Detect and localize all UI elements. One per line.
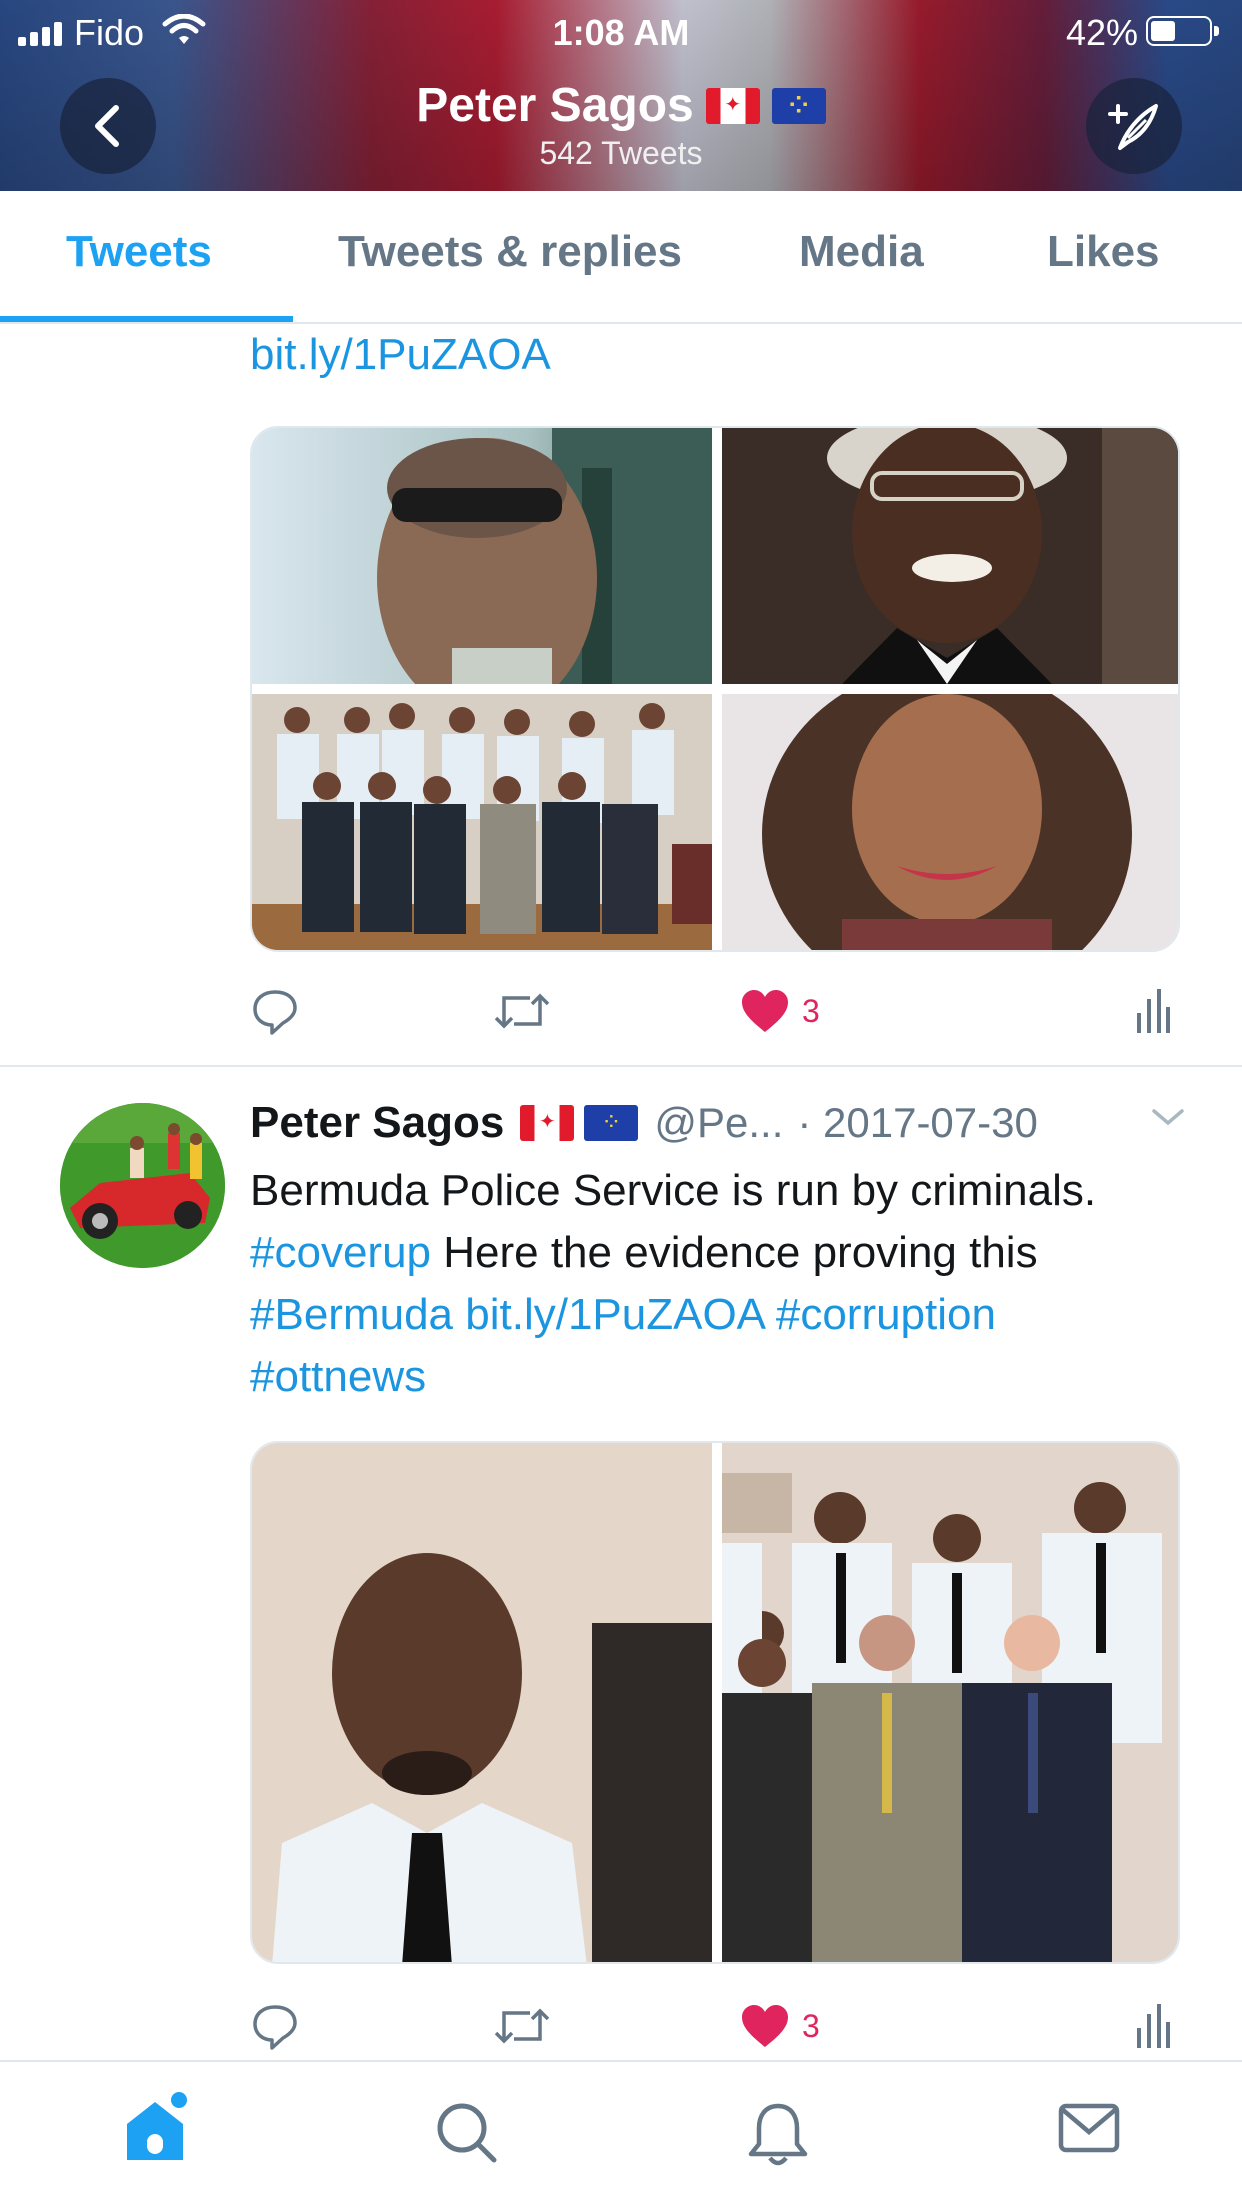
tweet-link[interactable]: bit.ly/1PuZAOA (465, 1290, 763, 1339)
retweet-icon (494, 2008, 550, 2044)
status-bar: Fido 1:08 AM 42% (0, 0, 1242, 60)
tweet-text-segment: Here the evidence proving this (431, 1228, 1038, 1277)
battery-icon (1146, 16, 1219, 46)
bottom-tab-bar (0, 2060, 1242, 2208)
like-button[interactable]: 3 (740, 981, 820, 1041)
active-tab-indicator (0, 316, 293, 322)
compose-tweet-button[interactable] (1086, 78, 1182, 174)
tab-tweets-and-replies[interactable]: Tweets & replies (338, 227, 682, 277)
eu-flag-icon (584, 1105, 639, 1141)
photo-police-group-closeup[interactable] (722, 1443, 1178, 1962)
profile-tabs: Tweets Tweets & replies Media Likes (0, 191, 1242, 324)
tweet-text-segment (764, 1290, 776, 1339)
retweet-icon (494, 993, 550, 1029)
photo-police-group[interactable] (252, 694, 712, 950)
tweet-count: 542 Tweets (539, 135, 703, 171)
hashtag-ottnews[interactable]: #ottnews (250, 1352, 426, 1401)
tweet-text-segment: Bermuda Police Service is run by crimina… (250, 1166, 1097, 1215)
home-icon[interactable] (121, 2090, 193, 2166)
retweet-button[interactable] (492, 1996, 552, 2056)
tweet-divider (0, 1065, 1242, 1067)
hashtag-coverup[interactable]: #coverup (250, 1228, 431, 1277)
tweet-link[interactable]: bit.ly/1PuZAOA (250, 330, 551, 380)
reply-icon (253, 2005, 297, 2050)
tweet-actions: 3 (250, 981, 1180, 1041)
eu-flag-icon (771, 87, 826, 124)
photo-man-sunglasses[interactable] (252, 428, 712, 684)
retweet-button[interactable] (492, 981, 552, 1041)
status-time: 1:08 AM (552, 12, 690, 53)
chevron-down-icon[interactable] (1150, 1105, 1186, 1129)
canada-flag-icon (520, 1105, 575, 1141)
tab-media[interactable]: Media (799, 227, 924, 277)
tab-likes[interactable]: Likes (1047, 227, 1160, 277)
tweet-header: Peter Sagos @Pe... · 2017-07-30 (250, 1095, 1038, 1151)
tweet-actions: 3 (250, 1996, 1180, 2056)
heart-filled-icon (742, 990, 788, 1032)
messages-envelope-icon[interactable] (1057, 2100, 1121, 2156)
analytics-bars-icon (1137, 2004, 1170, 2048)
search-icon[interactable] (434, 2100, 500, 2166)
photo-judge-wig[interactable] (722, 428, 1178, 684)
tweet-media-grid (250, 426, 1180, 952)
notifications-bell-icon[interactable] (745, 2100, 811, 2170)
photo-officer-portrait[interactable] (252, 1443, 712, 1962)
analytics-button[interactable] (1135, 1996, 1171, 2056)
hashtag-bermuda[interactable]: #Bermuda (250, 1290, 453, 1339)
author-name[interactable]: Peter Sagos (250, 1098, 504, 1148)
battery-percentage: 42% (1065, 12, 1138, 53)
heart-filled-icon (742, 2005, 788, 2047)
tweet-media-grid (250, 1441, 1180, 1964)
tweet-text: Bermuda Police Service is run by crimina… (250, 1160, 1180, 1408)
reply-icon (253, 990, 297, 1035)
hashtag-corruption[interactable]: #corruption (776, 1290, 996, 1339)
photo-woman-portrait[interactable] (722, 694, 1178, 950)
reply-button[interactable] (250, 981, 300, 1041)
tab-tweets[interactable]: Tweets (66, 227, 212, 277)
page-title: Peter Sagos (416, 79, 694, 132)
analytics-bars-icon (1137, 989, 1170, 1033)
tweet-date: · 2017-07-30 (797, 1099, 1038, 1146)
canada-flag-icon (705, 87, 760, 124)
like-count: 3 (802, 992, 820, 1029)
avatar[interactable] (60, 1103, 225, 1268)
header-title-block: Peter Sagos 542 Tweets (0, 78, 1242, 172)
like-button[interactable]: 3 (740, 1996, 820, 2056)
like-count: 3 (802, 2007, 820, 2044)
reply-button[interactable] (250, 1996, 300, 2056)
profile-header: Fido 1:08 AM 42% Peter Sagos 542 Tweets (0, 0, 1242, 191)
tweet-text-segment (453, 1290, 465, 1339)
author-handle[interactable]: @Pe... (654, 1099, 783, 1147)
compose-tweet-icon (1108, 104, 1158, 150)
analytics-button[interactable] (1135, 981, 1171, 1041)
